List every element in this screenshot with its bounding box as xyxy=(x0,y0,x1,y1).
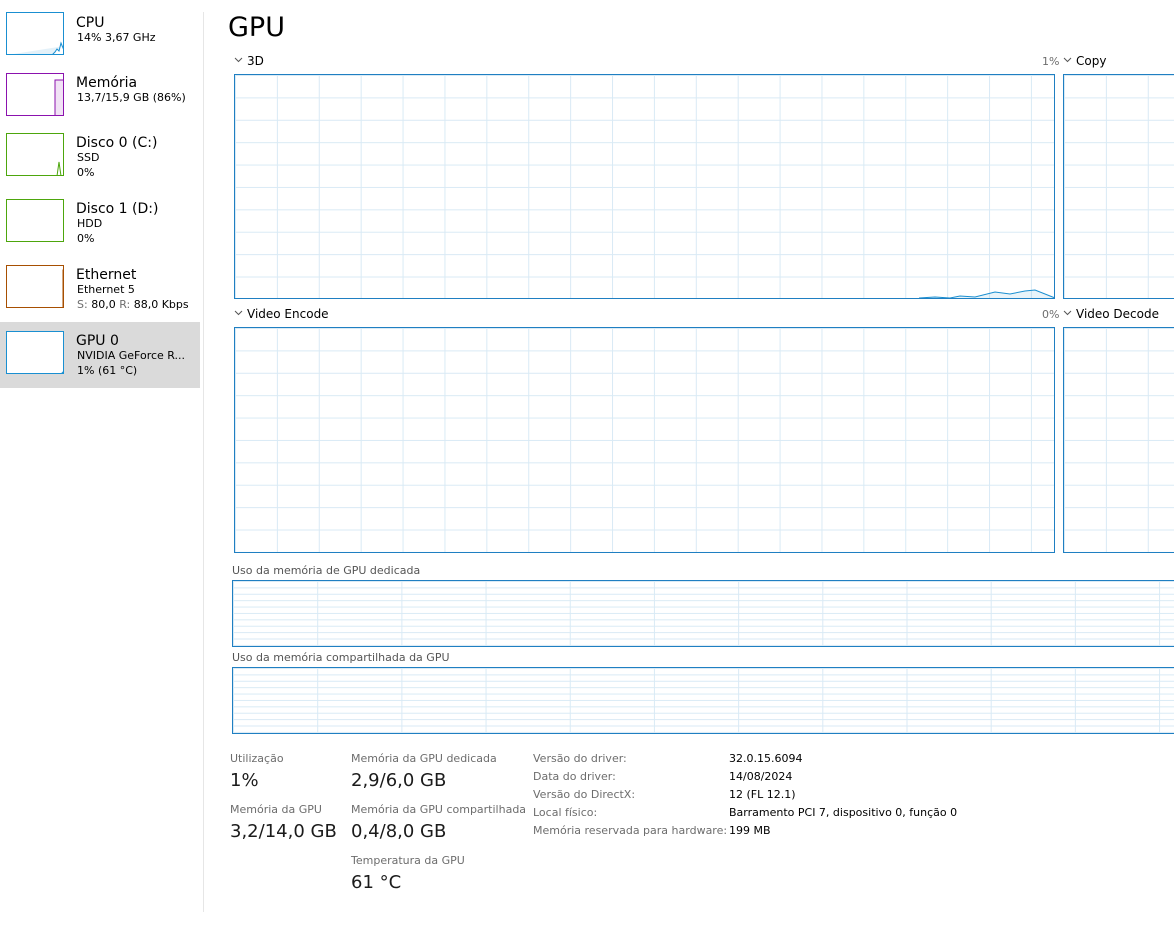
sidebar-item-gpu0[interactable]: GPU 0 NVIDIA GeForce R... 1% (61 °C) xyxy=(0,322,200,388)
graph-3d-percent: 1% xyxy=(1042,55,1060,68)
dedicated-memory-label: Memória da GPU dedicada xyxy=(351,752,497,765)
sidebar-item-disk0-usage: 0% xyxy=(77,166,95,179)
graph-3d-line xyxy=(918,289,1054,298)
sidebar-item-gpu0-usage: 1% (61 °C) xyxy=(77,364,138,377)
graph-video-encode-label: Video Encode xyxy=(247,307,329,321)
graph-video-encode-selector[interactable]: Video Encode xyxy=(234,307,329,321)
sidebar-item-disk1-type: HDD xyxy=(77,217,103,230)
cpu-thumbnail-graph xyxy=(6,12,64,55)
sidebar-item-disk1-title: Disco 1 (D:) xyxy=(76,201,159,217)
shared-memory-graph xyxy=(232,667,1174,734)
dedicated-memory-graph xyxy=(232,580,1174,647)
graph-video-decode xyxy=(1063,327,1174,553)
sidebar-item-disk1-usage: 0% xyxy=(77,232,95,245)
sidebar-item-ethernet-throughput: S: 80,0 R: 88,0 Kbps xyxy=(77,298,189,311)
directx-version-value: 12 (FL 12.1) xyxy=(729,788,796,801)
gpu-memory-label: Memória da GPU xyxy=(230,803,322,816)
sidebar: CPU 14% 3,67 GHz Memória 13,7/15,9 GB (8… xyxy=(0,0,204,931)
sidebar-item-disk0-type: SSD xyxy=(77,151,100,164)
sidebar-item-disk1[interactable]: Disco 1 (D:) HDD 0% xyxy=(0,190,200,256)
dedicated-memory-value: 2,9/6,0 GB xyxy=(351,770,447,791)
send-value: 80,0 xyxy=(91,298,116,311)
disk0-thumbnail-graph xyxy=(6,133,64,176)
graph-video-decode-label: Video Decode xyxy=(1076,307,1159,321)
sidebar-item-ethernet-adapter: Ethernet 5 xyxy=(77,283,135,296)
driver-date-label: Data do driver: xyxy=(533,770,616,783)
sidebar-item-memory-usage: 13,7/15,9 GB (86%) xyxy=(77,91,186,104)
chevron-down-icon xyxy=(1063,57,1072,63)
sidebar-item-cpu[interactable]: CPU 14% 3,67 GHz xyxy=(0,4,200,70)
reserved-memory-value: 199 MB xyxy=(729,824,771,837)
sidebar-item-disk0-title: Disco 0 (C:) xyxy=(76,135,158,151)
temperature-value: 61 °C xyxy=(351,872,402,893)
graph-video-encode xyxy=(234,327,1055,553)
disk1-thumbnail-graph xyxy=(6,199,64,242)
sidebar-item-disk0[interactable]: Disco 0 (C:) SSD 0% xyxy=(0,124,200,190)
graph-3d-label: 3D xyxy=(247,54,264,68)
sidebar-item-ethernet-title: Ethernet xyxy=(76,267,137,283)
sidebar-item-gpu0-model: NVIDIA GeForce R... xyxy=(77,349,186,362)
physical-location-value: Barramento PCI 7, dispositivo 0, função … xyxy=(729,806,958,819)
driver-version-label: Versão do driver: xyxy=(533,752,627,765)
receive-value: 88,0 Kbps xyxy=(133,298,189,311)
dedicated-memory-graph-label: Uso da memória de GPU dedicada xyxy=(232,564,421,577)
page-title: GPU xyxy=(228,12,285,43)
shared-memory-value: 0,4/8,0 GB xyxy=(351,821,447,842)
driver-date-value: 14/08/2024 xyxy=(729,770,793,783)
sidebar-divider xyxy=(203,12,204,912)
graph-3d-selector[interactable]: 3D xyxy=(234,54,264,68)
graph-3d xyxy=(234,74,1055,299)
sidebar-item-memory-title: Memória xyxy=(76,75,138,91)
graph-video-decode-selector[interactable]: Video Decode xyxy=(1063,307,1159,321)
gpu0-thumbnail-graph xyxy=(6,331,64,374)
sidebar-item-gpu0-title: GPU 0 xyxy=(76,333,119,349)
memory-thumbnail-graph xyxy=(6,73,64,116)
ethernet-thumbnail-graph xyxy=(6,265,64,308)
shared-memory-graph-label: Uso da memória compartilhada da GPU xyxy=(232,651,450,664)
send-label: S: xyxy=(77,298,88,311)
sidebar-item-ethernet[interactable]: Ethernet Ethernet 5 S: 80,0 R: 88,0 Kbps xyxy=(0,256,200,322)
receive-label: R: xyxy=(119,298,131,311)
chevron-down-icon xyxy=(234,57,243,63)
sidebar-item-memory[interactable]: Memória 13,7/15,9 GB (86%) xyxy=(0,64,200,130)
chevron-down-icon xyxy=(1063,310,1072,316)
physical-location-label: Local físico: xyxy=(533,806,598,819)
graph-copy-selector[interactable]: Copy xyxy=(1063,54,1106,68)
gpu-memory-value: 3,2/14,0 GB xyxy=(230,821,337,842)
temperature-label: Temperatura da GPU xyxy=(351,854,465,867)
graph-copy xyxy=(1063,74,1174,299)
sidebar-item-cpu-title: CPU xyxy=(76,15,105,31)
graph-video-encode-percent: 0% xyxy=(1042,308,1060,321)
sidebar-item-cpu-usage: 14% 3,67 GHz xyxy=(77,31,156,44)
utilization-label: Utilização xyxy=(230,752,284,765)
directx-version-label: Versão do DirectX: xyxy=(533,788,636,801)
chevron-down-icon xyxy=(234,310,243,316)
utilization-value: 1% xyxy=(230,770,259,791)
driver-version-value: 32.0.15.6094 xyxy=(729,752,803,765)
shared-memory-label: Memória da GPU compartilhada xyxy=(351,803,527,816)
reserved-memory-label: Memória reservada para hardware: xyxy=(533,824,728,837)
graph-copy-label: Copy xyxy=(1076,54,1107,68)
